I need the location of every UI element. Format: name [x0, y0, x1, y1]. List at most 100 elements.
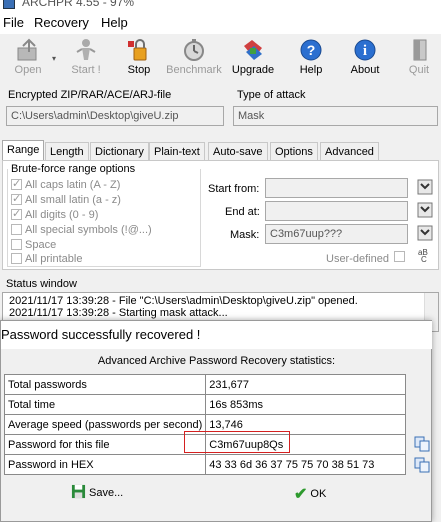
mask-picker-icon[interactable]	[417, 225, 433, 241]
end-at-picker-icon[interactable]	[417, 202, 433, 218]
benchmark-icon	[184, 39, 204, 61]
checkbox-digits[interactable]	[11, 207, 22, 220]
ok-label: OK	[310, 488, 327, 500]
menu-help[interactable]: Help	[101, 15, 128, 30]
stop-button[interactable]: Stop	[111, 36, 167, 84]
quit-icon	[413, 39, 427, 61]
user-defined-checkbox[interactable]	[394, 251, 408, 263]
ok-check-icon: ✔	[294, 486, 308, 503]
table-row: Password in HEX 43 33 6d 36 37 75 75 70 3…	[3, 454, 407, 475]
start-from-label: Start from:	[208, 183, 260, 195]
user-defined-label: User-defined	[326, 253, 389, 265]
option-special-symbols[interactable]: All special symbols (!@...)	[11, 224, 152, 236]
stop-icon	[128, 39, 147, 61]
benchmark-label: Benchmark	[166, 64, 222, 76]
stat-key: Password for this file	[3, 434, 207, 455]
open-button[interactable]: Open	[0, 36, 56, 84]
tab-range[interactable]: Range	[2, 140, 45, 161]
tab-advanced[interactable]: Advanced	[320, 142, 379, 161]
dialog-title-bar: Password successfully recovered !	[1, 321, 432, 349]
checkbox-all-printable[interactable]	[11, 253, 22, 264]
svg-text:C: C	[421, 255, 427, 263]
end-at-field[interactable]	[265, 201, 408, 221]
title-bar: ARCHPR 4.55 - 97%	[0, 0, 441, 12]
stats-table: Total passwords 231,677 Total time 16s 853…	[3, 374, 407, 475]
menu-bar: File Recovery Help	[0, 12, 441, 34]
end-at-label: End at:	[225, 206, 260, 218]
window-title: ARCHPR 4.55 - 97%	[22, 0, 135, 9]
password-recovered-dialog: Password successfully recovered ! Advanc…	[0, 320, 432, 522]
save-icon	[71, 484, 86, 499]
option-all-printable-label: All printable	[25, 253, 83, 265]
option-space[interactable]: Space	[11, 239, 56, 251]
attack-type-select[interactable]: Mask	[233, 106, 438, 126]
log-line: 2021/11/17 13:39:28 - Starting mask atta…	[9, 307, 228, 319]
save-label: Save...	[89, 487, 124, 499]
about-icon: i	[354, 39, 376, 61]
dialog-title: Password successfully recovered !	[1, 327, 201, 342]
password-highlight-box	[184, 431, 290, 453]
log-line: 2021/11/17 13:39:28 - File "C:\Users\adm…	[9, 295, 358, 307]
option-digits[interactable]: All digits (0 - 9)	[11, 207, 98, 221]
stat-key: Total time	[3, 394, 207, 415]
help-label: Help	[299, 64, 323, 76]
attack-type-label: Type of attack	[237, 89, 306, 101]
help-icon: ?	[300, 39, 322, 61]
start-from-field[interactable]	[265, 178, 408, 198]
tab-plain-text[interactable]: Plain-text	[149, 142, 205, 161]
stat-key: Total passwords	[3, 374, 207, 395]
open-icon	[17, 38, 37, 61]
password-hex-value[interactable]: 43 33 6d 36 37 75 75 70 38 51 73	[205, 454, 407, 475]
save-button[interactable]: Save...	[71, 484, 123, 506]
option-caps-latin-label: All caps latin (A - Z)	[25, 179, 121, 191]
copy-hex-icon[interactable]	[414, 457, 430, 473]
tab-options[interactable]: Options	[270, 142, 318, 161]
option-space-label: Space	[25, 239, 57, 251]
benchmark-button[interactable]: Benchmark	[166, 36, 222, 84]
table-row: Total time 16s 853ms	[3, 394, 407, 415]
option-caps-latin[interactable]: All caps latin (A - Z)	[11, 177, 121, 191]
file-path-field[interactable]: C:\Users\admin\Desktop\giveU.zip	[6, 106, 224, 126]
mask-label: Mask:	[230, 229, 260, 241]
tab-auto-save[interactable]: Auto-save	[208, 142, 268, 161]
file-section-label: Encrypted ZIP/RAR/ACE/ARJ-file	[8, 89, 172, 101]
menu-recovery[interactable]: Recovery	[34, 15, 89, 30]
option-small-latin-label: All small latin (a - z)	[25, 194, 121, 206]
status-window-label: Status window	[6, 278, 77, 290]
open-label: Open	[14, 64, 42, 76]
upgrade-icon	[244, 40, 262, 60]
about-label: About	[350, 64, 380, 76]
stat-value: 231,677	[205, 374, 407, 395]
stat-key: Average speed (passwords per second)	[3, 414, 207, 435]
svg-text:?: ?	[307, 42, 316, 58]
range-tab-panel: Brute-force range options All caps latin…	[2, 160, 439, 270]
tab-dictionary[interactable]: Dictionary	[90, 142, 149, 161]
checkbox-caps-latin[interactable]	[11, 177, 22, 190]
checkbox-special-symbols[interactable]	[11, 224, 22, 235]
tab-length[interactable]: Length	[45, 142, 89, 161]
start-button[interactable]: Start !	[58, 36, 114, 84]
ok-button[interactable]: ✔ OK	[294, 484, 326, 506]
stats-caption: Advanced Archive Password Recovery stati…	[97, 355, 336, 367]
open-dropdown-icon[interactable]: ▾	[52, 54, 56, 63]
option-all-printable[interactable]: All printable	[11, 253, 82, 265]
quit-label: Quit	[408, 64, 430, 76]
menu-file[interactable]: File	[3, 15, 24, 30]
option-small-latin[interactable]: All small latin (a - z)	[11, 192, 121, 206]
about-button[interactable]: i About	[337, 36, 393, 84]
table-row: Total passwords 231,677	[3, 374, 407, 395]
quit-button[interactable]: Quit	[391, 36, 441, 84]
copy-password-icon[interactable]	[414, 436, 430, 452]
start-from-picker-icon[interactable]	[417, 179, 433, 195]
checkbox-small-latin[interactable]	[11, 192, 22, 205]
help-button[interactable]: ? Help	[283, 36, 339, 84]
charset-editor-icon[interactable]: aBC	[417, 247, 433, 263]
checkbox-space[interactable]	[11, 239, 22, 250]
start-icon	[76, 39, 96, 60]
mask-field[interactable]: C3m67uup???	[265, 224, 408, 244]
upgrade-button[interactable]: Upgrade	[225, 36, 281, 84]
stop-label: Stop	[127, 64, 151, 76]
toolbar: Open ▾ Start ! Stop Benchmark Upgrade ? …	[0, 34, 441, 86]
start-label: Start !	[71, 64, 101, 76]
upgrade-label: Upgrade	[231, 64, 275, 76]
